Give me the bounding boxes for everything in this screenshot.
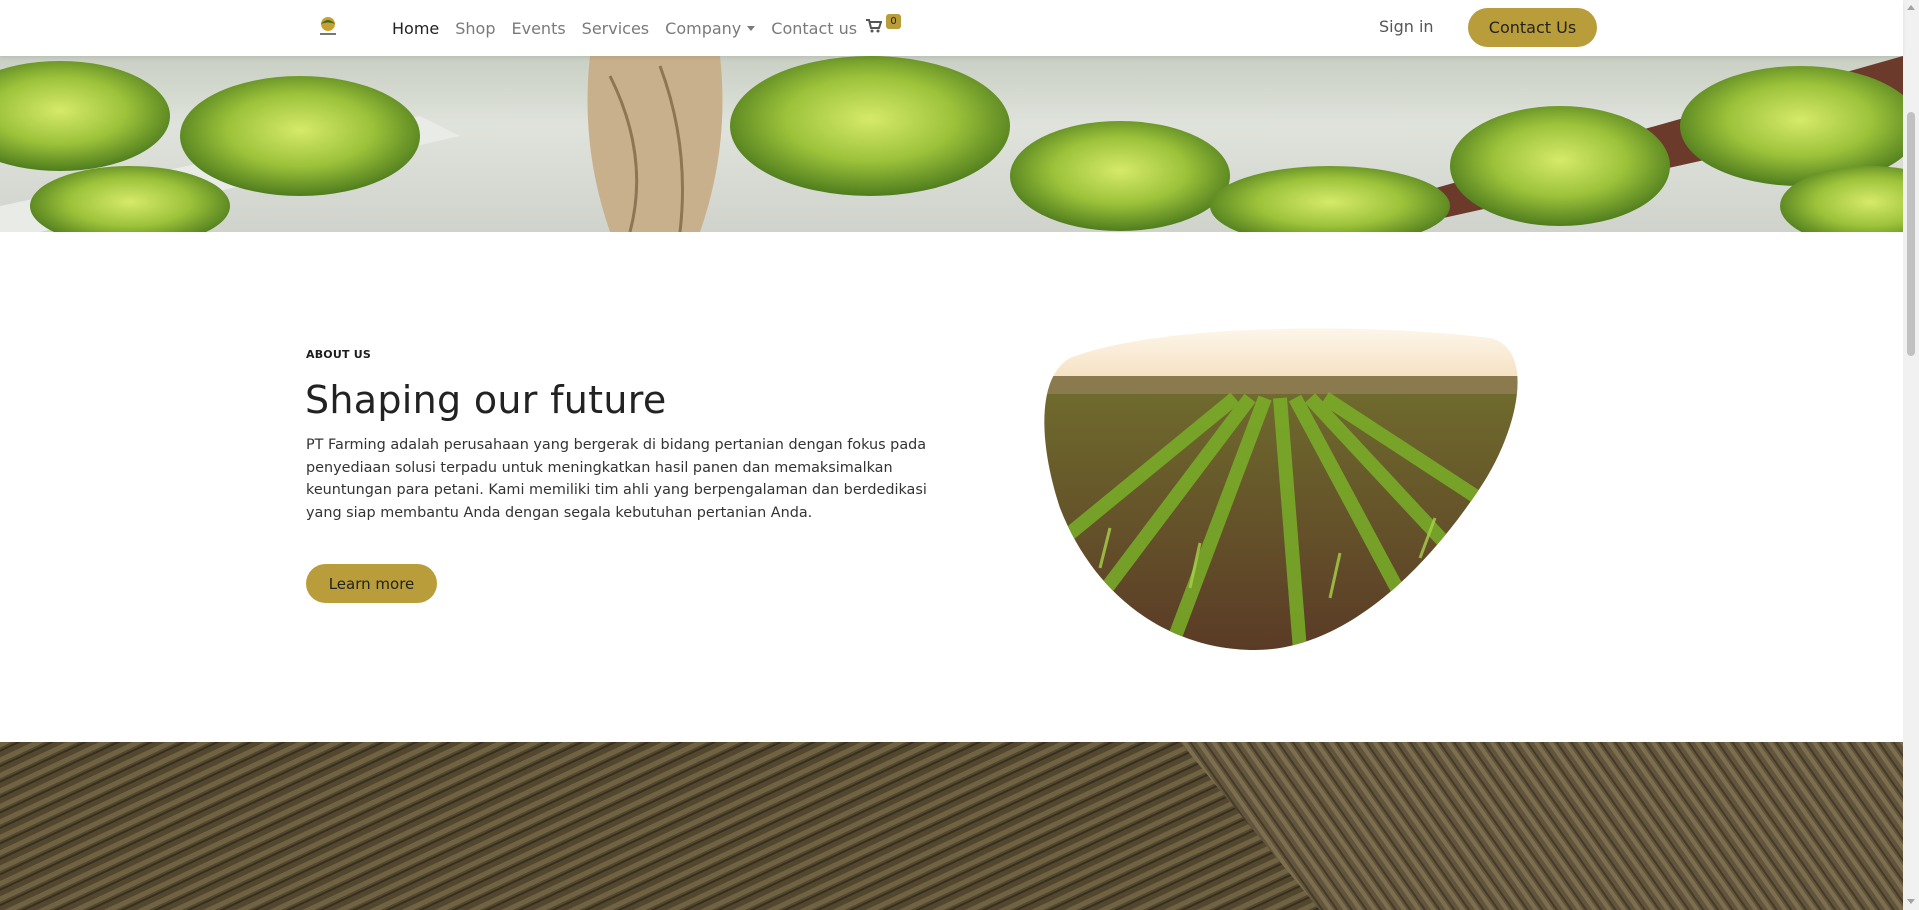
nav-events[interactable]: Events	[504, 19, 574, 38]
nav-company-dropdown[interactable]: Company	[657, 19, 763, 38]
shopping-cart-icon	[866, 19, 882, 33]
top-navbar: Home Shop Events Services Company Contac…	[0, 0, 1903, 56]
about-title: Shaping our future	[305, 378, 667, 422]
nav-home[interactable]: Home	[384, 19, 447, 38]
nav-company-label: Company	[665, 18, 742, 38]
nav-shop[interactable]: Shop	[447, 19, 503, 38]
about-description: PT Farming adalah perusahaan yang berger…	[306, 437, 927, 521]
learn-more-button[interactable]: Learn more	[306, 564, 437, 603]
scroll-up-arrow[interactable]	[1907, 5, 1915, 10]
aerial-field-image	[0, 742, 1903, 910]
page-scrollbar[interactable]	[1903, 0, 1919, 910]
main-nav: Home Shop Events Services Company Contac…	[384, 0, 865, 56]
chevron-down-icon	[747, 25, 756, 31]
scrollbar-thumb[interactable]	[1907, 112, 1915, 356]
contact-us-button[interactable]: Contact Us	[1468, 8, 1597, 47]
scroll-down-arrow[interactable]	[1907, 899, 1915, 904]
hero-lettuce-image	[0, 56, 1903, 232]
nav-contact-us[interactable]: Contact us	[763, 19, 865, 38]
cart-button[interactable]: 0	[866, 14, 906, 40]
field-blob-image	[1040, 328, 1524, 650]
sign-in-link[interactable]: Sign in	[1379, 0, 1434, 54]
nav-services[interactable]: Services	[574, 19, 657, 38]
about-kicker: ABOUT US	[306, 348, 371, 361]
company-logo[interactable]	[314, 14, 342, 38]
cart-count-badge: 0	[886, 14, 901, 29]
